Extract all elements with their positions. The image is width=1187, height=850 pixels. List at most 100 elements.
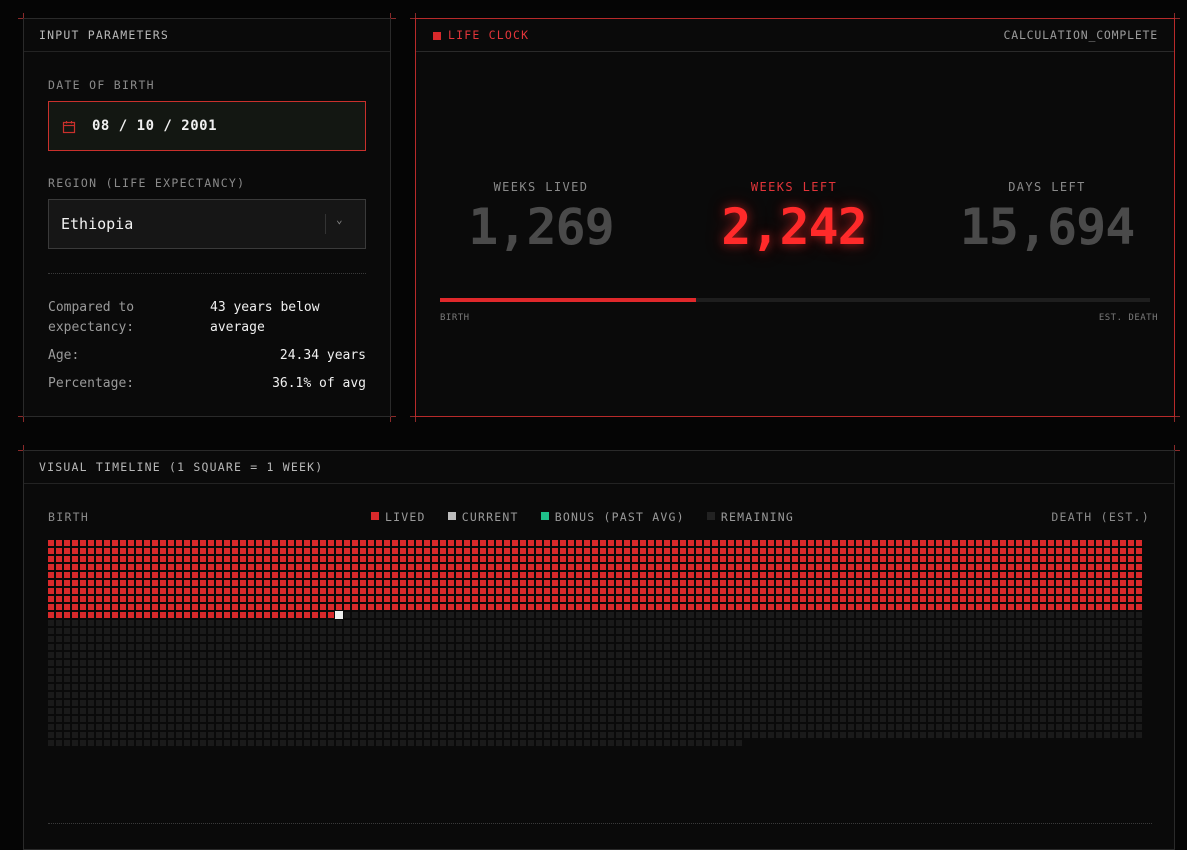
week-cell-lived: [792, 596, 798, 602]
week-cell-lived: [1120, 564, 1126, 570]
region-selected-value[interactable]: Ethiopia: [61, 215, 133, 233]
week-cell-remaining: [1040, 636, 1046, 642]
week-cell-lived: [504, 564, 510, 570]
week-cell-lived: [656, 604, 662, 610]
week-cell-lived: [824, 548, 830, 554]
week-cell-lived: [704, 556, 710, 562]
week-cell-lived: [1112, 572, 1118, 578]
week-cell-remaining: [96, 692, 102, 698]
week-cell-remaining: [584, 676, 590, 682]
week-cell-lived: [736, 572, 742, 578]
week-cell-remaining: [472, 692, 478, 698]
week-cell-remaining: [504, 620, 510, 626]
week-cell-remaining: [936, 700, 942, 706]
week-cell-lived: [512, 564, 518, 570]
week-cell-remaining: [120, 652, 126, 658]
week-cell-remaining: [1024, 732, 1030, 738]
week-cell-remaining: [304, 668, 310, 674]
week-cell-lived: [904, 572, 910, 578]
week-cell-remaining: [72, 716, 78, 722]
week-cell-remaining: [48, 692, 54, 698]
week-cell-remaining: [936, 732, 942, 738]
week-cell-remaining: [416, 660, 422, 666]
week-cell-lived: [952, 556, 958, 562]
week-cell-remaining: [800, 636, 806, 642]
week-cell-remaining: [320, 684, 326, 690]
week-cell-lived: [1008, 596, 1014, 602]
region-select[interactable]: Ethiopia ⌄: [48, 199, 366, 249]
week-cell-remaining: [864, 676, 870, 682]
week-cell-remaining: [832, 708, 838, 714]
week-cell-lived: [560, 596, 566, 602]
week-cell-remaining: [496, 692, 502, 698]
week-cell-remaining: [424, 612, 430, 618]
week-cell-lived: [368, 548, 374, 554]
week-cell-lived: [1112, 556, 1118, 562]
week-cell-lived: [120, 604, 126, 610]
chevron-down-icon[interactable]: ⌄: [336, 213, 343, 226]
week-cell-remaining: [568, 732, 574, 738]
week-cell-remaining: [808, 676, 814, 682]
week-cell-lived: [48, 540, 54, 546]
week-cell-lived: [496, 572, 502, 578]
week-cell-remaining: [880, 612, 886, 618]
week-cell-remaining: [576, 700, 582, 706]
week-cell-remaining: [688, 708, 694, 714]
week-cell-lived: [1064, 604, 1070, 610]
week-cell-lived: [1064, 556, 1070, 562]
week-cell-remaining: [360, 740, 366, 746]
week-cell-lived: [904, 588, 910, 594]
week-cell-remaining: [624, 628, 630, 634]
calendar-icon[interactable]: [62, 119, 76, 138]
week-cell-lived: [888, 588, 894, 594]
week-cell-remaining: [304, 708, 310, 714]
week-cell-remaining: [48, 740, 54, 746]
week-cell-lived: [800, 564, 806, 570]
week-cell-remaining: [408, 628, 414, 634]
week-cell-remaining: [456, 644, 462, 650]
week-cell-remaining: [328, 700, 334, 706]
week-cell-remaining: [800, 692, 806, 698]
week-cell-remaining: [520, 700, 526, 706]
week-cell-lived: [472, 580, 478, 586]
week-cell-remaining: [56, 692, 62, 698]
week-cell-lived: [1024, 604, 1030, 610]
week-cell-remaining: [56, 660, 62, 666]
week-cell-remaining: [160, 652, 166, 658]
week-cell-remaining: [1072, 668, 1078, 674]
week-cell-remaining: [776, 716, 782, 722]
week-cell-lived: [928, 548, 934, 554]
week-cell-lived: [528, 556, 534, 562]
date-of-birth-value[interactable]: 08 / 10 / 2001: [92, 118, 217, 134]
week-cell-lived: [840, 556, 846, 562]
week-cell-remaining: [344, 708, 350, 714]
week-cell-remaining: [968, 732, 974, 738]
week-cell-remaining: [288, 652, 294, 658]
week-cell-remaining: [128, 644, 134, 650]
week-cell-remaining: [312, 684, 318, 690]
week-cell-lived: [592, 572, 598, 578]
week-cell-remaining: [864, 692, 870, 698]
week-cell-remaining: [552, 740, 558, 746]
week-cell-remaining: [248, 652, 254, 658]
week-cell-remaining: [664, 724, 670, 730]
week-cell-remaining: [312, 692, 318, 698]
week-cell-lived: [1056, 572, 1062, 578]
week-cell-lived: [248, 572, 254, 578]
week-cell-lived: [696, 580, 702, 586]
week-cell-remaining: [872, 732, 878, 738]
week-cell-lived: [784, 596, 790, 602]
week-cell-remaining: [520, 612, 526, 618]
week-cell-remaining: [680, 652, 686, 658]
week-cell-lived: [272, 540, 278, 546]
date-of-birth-field[interactable]: 08 / 10 / 2001: [48, 101, 366, 151]
week-cell-remaining: [1112, 724, 1118, 730]
week-cell-remaining: [392, 684, 398, 690]
week-cell-remaining: [80, 660, 86, 666]
week-cell-remaining: [992, 636, 998, 642]
week-cell-remaining: [1120, 676, 1126, 682]
week-cell-remaining: [320, 692, 326, 698]
week-cell-remaining: [768, 636, 774, 642]
week-cell-lived: [576, 596, 582, 602]
week-cell-lived: [368, 540, 374, 546]
